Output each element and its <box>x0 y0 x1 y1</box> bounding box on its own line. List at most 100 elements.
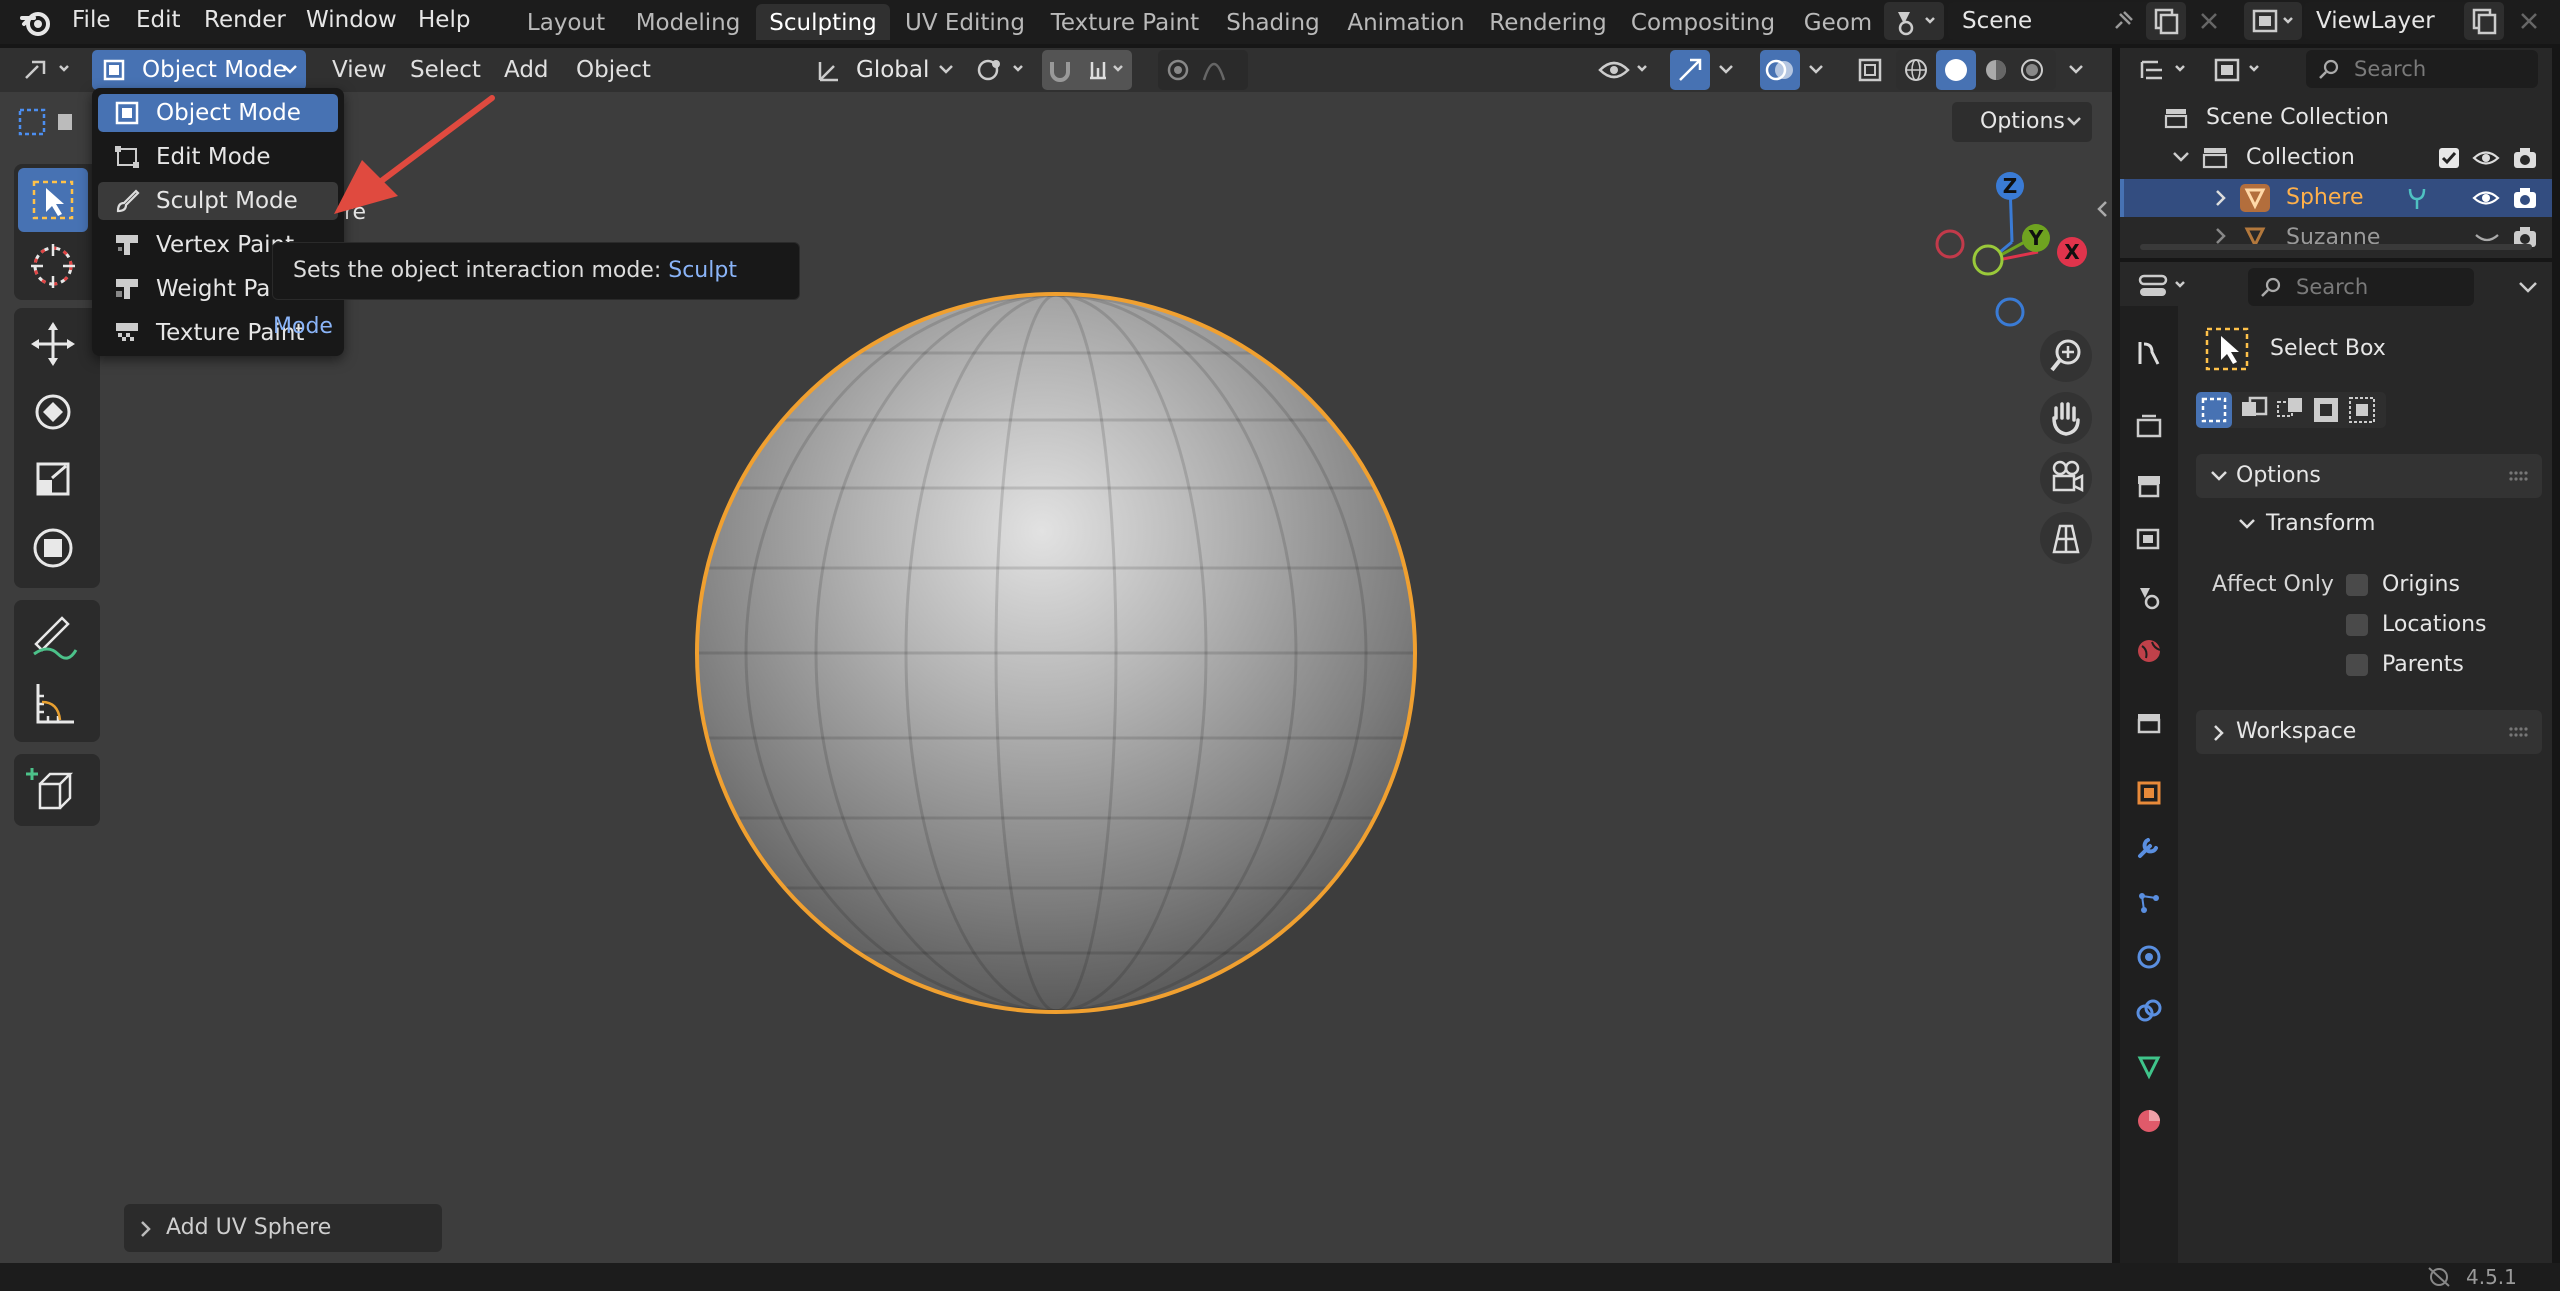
menu-item-sculpt-mode[interactable]: Sculpt Mode <box>98 182 338 220</box>
outliner-editor-type-button[interactable] <box>2134 52 2198 88</box>
tool-scale[interactable] <box>18 448 88 512</box>
tab-modeling[interactable]: Modeling <box>628 4 748 40</box>
menu-window[interactable]: Window <box>306 2 397 38</box>
modifier-tab-icon[interactable] <box>2134 832 2164 862</box>
drag-handle-icon[interactable] <box>2508 470 2530 482</box>
selection-mode-buttons[interactable] <box>14 104 74 140</box>
eye-icon[interactable] <box>2472 187 2500 209</box>
particles-tab-icon[interactable] <box>2134 888 2164 918</box>
menu-item-object-mode[interactable]: Object Mode <box>98 94 338 132</box>
select-subtract-icon[interactable] <box>2272 392 2308 428</box>
modifier-wrench-icon[interactable] <box>2406 185 2428 211</box>
render-tab-icon[interactable] <box>2134 412 2164 442</box>
tool-select-box[interactable] <box>18 168 88 232</box>
select-intersect-icon[interactable] <box>2344 392 2380 428</box>
viewport-menu-object[interactable]: Object <box>576 52 651 88</box>
affect-locations-checkbox[interactable]: Locations <box>2346 610 2536 640</box>
options-dropdown[interactable]: Options <box>1952 102 2092 142</box>
view-layer-name-field[interactable]: ViewLayer <box>2304 2 2484 40</box>
gizmo-toggle[interactable] <box>1670 50 1710 90</box>
view-layer-tab-icon[interactable] <box>2134 524 2164 554</box>
solid-shading-button[interactable] <box>1936 50 1976 90</box>
ortho-toggle-button[interactable] <box>2040 512 2092 564</box>
scene-tab-icon[interactable] <box>2134 582 2164 612</box>
display-mode-button[interactable] <box>2208 52 2272 88</box>
eye-closed-icon[interactable] <box>2474 231 2500 245</box>
transform-orientation-dropdown[interactable]: Global <box>806 50 958 90</box>
workspace-panel-header[interactable]: Workspace <box>2196 710 2542 754</box>
new-scene-button[interactable] <box>2146 2 2186 40</box>
viewport-menu-select[interactable]: Select <box>410 52 481 88</box>
select-invert-icon[interactable] <box>2308 392 2344 428</box>
mode-set-button[interactable] <box>2196 392 2232 428</box>
constraints-tab-icon[interactable] <box>2134 996 2164 1026</box>
outliner-row-collection[interactable]: Collection <box>2120 139 2552 177</box>
properties-search-input[interactable]: Search <box>2248 268 2474 306</box>
close-icon[interactable] <box>2514 6 2544 36</box>
rendered-shading-icon[interactable] <box>2018 56 2046 84</box>
affect-parents-checkbox[interactable]: Parents <box>2346 650 2536 680</box>
tool-tab-icon[interactable] <box>2134 338 2164 368</box>
sidebar-toggle-icon[interactable] <box>2094 196 2110 222</box>
menu-item-edit-mode[interactable]: Edit Mode <box>98 138 338 176</box>
new-view-layer-button[interactable] <box>2464 2 2504 40</box>
physics-tab-icon[interactable] <box>2134 942 2164 972</box>
tab-rendering[interactable]: Rendering <box>1486 4 1610 40</box>
editor-type-button[interactable] <box>18 52 80 88</box>
gizmo-dropdown[interactable] <box>1712 52 1740 88</box>
eye-icon[interactable] <box>2472 147 2500 169</box>
world-tab-icon[interactable] <box>2134 636 2164 666</box>
checkbox-checked-icon[interactable] <box>2438 147 2460 169</box>
pin-icon[interactable] <box>2108 6 2138 36</box>
overlays-toggle[interactable] <box>1760 50 1800 90</box>
shading-dropdown[interactable] <box>2058 52 2094 88</box>
menu-help[interactable]: Help <box>418 2 470 38</box>
tab-sculpting[interactable]: Sculpting <box>756 4 890 40</box>
tool-measure[interactable] <box>18 672 88 736</box>
tool-annotate[interactable] <box>18 604 88 668</box>
material-tab-icon[interactable] <box>2134 1106 2164 1136</box>
properties-options-dropdown[interactable] <box>2510 270 2546 304</box>
menu-file[interactable]: File <box>72 2 111 38</box>
camera-view-button[interactable] <box>2040 452 2092 504</box>
close-icon[interactable] <box>2194 6 2224 36</box>
pivot-point-dropdown[interactable] <box>970 52 1034 88</box>
view-layer-selector-button[interactable] <box>2244 2 2302 40</box>
tool-move[interactable] <box>18 312 88 376</box>
tab-shading[interactable]: Shading <box>1218 4 1328 40</box>
data-tab-icon[interactable] <box>2134 1052 2164 1082</box>
snap-toggle[interactable] <box>1042 50 1132 90</box>
tab-texture-paint[interactable]: Texture Paint <box>1042 4 1208 40</box>
viewport-menu-add[interactable]: Add <box>504 52 549 88</box>
outliner-row-scene-collection[interactable]: Scene Collection <box>2120 99 2552 137</box>
last-operator-panel[interactable]: Add UV Sphere <box>124 1204 442 1252</box>
scene-selector-button[interactable] <box>1884 2 1944 40</box>
overlays-dropdown[interactable] <box>1802 52 1830 88</box>
object-tab-icon[interactable] <box>2134 778 2164 808</box>
pan-button[interactable] <box>2040 392 2092 444</box>
menu-edit[interactable]: Edit <box>136 2 181 38</box>
visibility-dropdown[interactable] <box>1596 52 1658 88</box>
select-extend-icon[interactable] <box>2236 392 2272 428</box>
chevron-right-icon[interactable] <box>2214 227 2228 245</box>
outliner-search-input[interactable]: Search <box>2306 50 2538 88</box>
tool-rotate[interactable] <box>18 380 88 444</box>
blender-logo-icon[interactable] <box>20 8 52 36</box>
outliner-scrollbar[interactable] <box>2140 244 2532 250</box>
active-tool-icon[interactable] <box>2204 326 2250 372</box>
affect-origins-checkbox[interactable]: Origins <box>2346 570 2536 600</box>
outliner-row-sphere[interactable]: Sphere <box>2120 179 2552 217</box>
collection-tab-icon[interactable] <box>2134 708 2164 738</box>
properties-editor-type-button[interactable] <box>2134 268 2198 304</box>
camera-render-icon[interactable] <box>2512 146 2538 170</box>
tab-uv-editing[interactable]: UV Editing <box>898 4 1032 40</box>
camera-render-icon[interactable] <box>2512 186 2538 210</box>
tab-layout[interactable]: Layout <box>514 4 618 40</box>
tool-transform[interactable] <box>18 516 88 580</box>
material-preview-icon[interactable] <box>1982 56 2010 84</box>
menu-render[interactable]: Render <box>204 2 286 38</box>
wireframe-shading-icon[interactable] <box>1902 56 1930 84</box>
viewport-menu-view[interactable]: View <box>332 52 387 88</box>
options-panel-header[interactable]: Options <box>2196 454 2542 498</box>
navigation-gizmo[interactable]: Z Y X <box>1934 170 2090 330</box>
